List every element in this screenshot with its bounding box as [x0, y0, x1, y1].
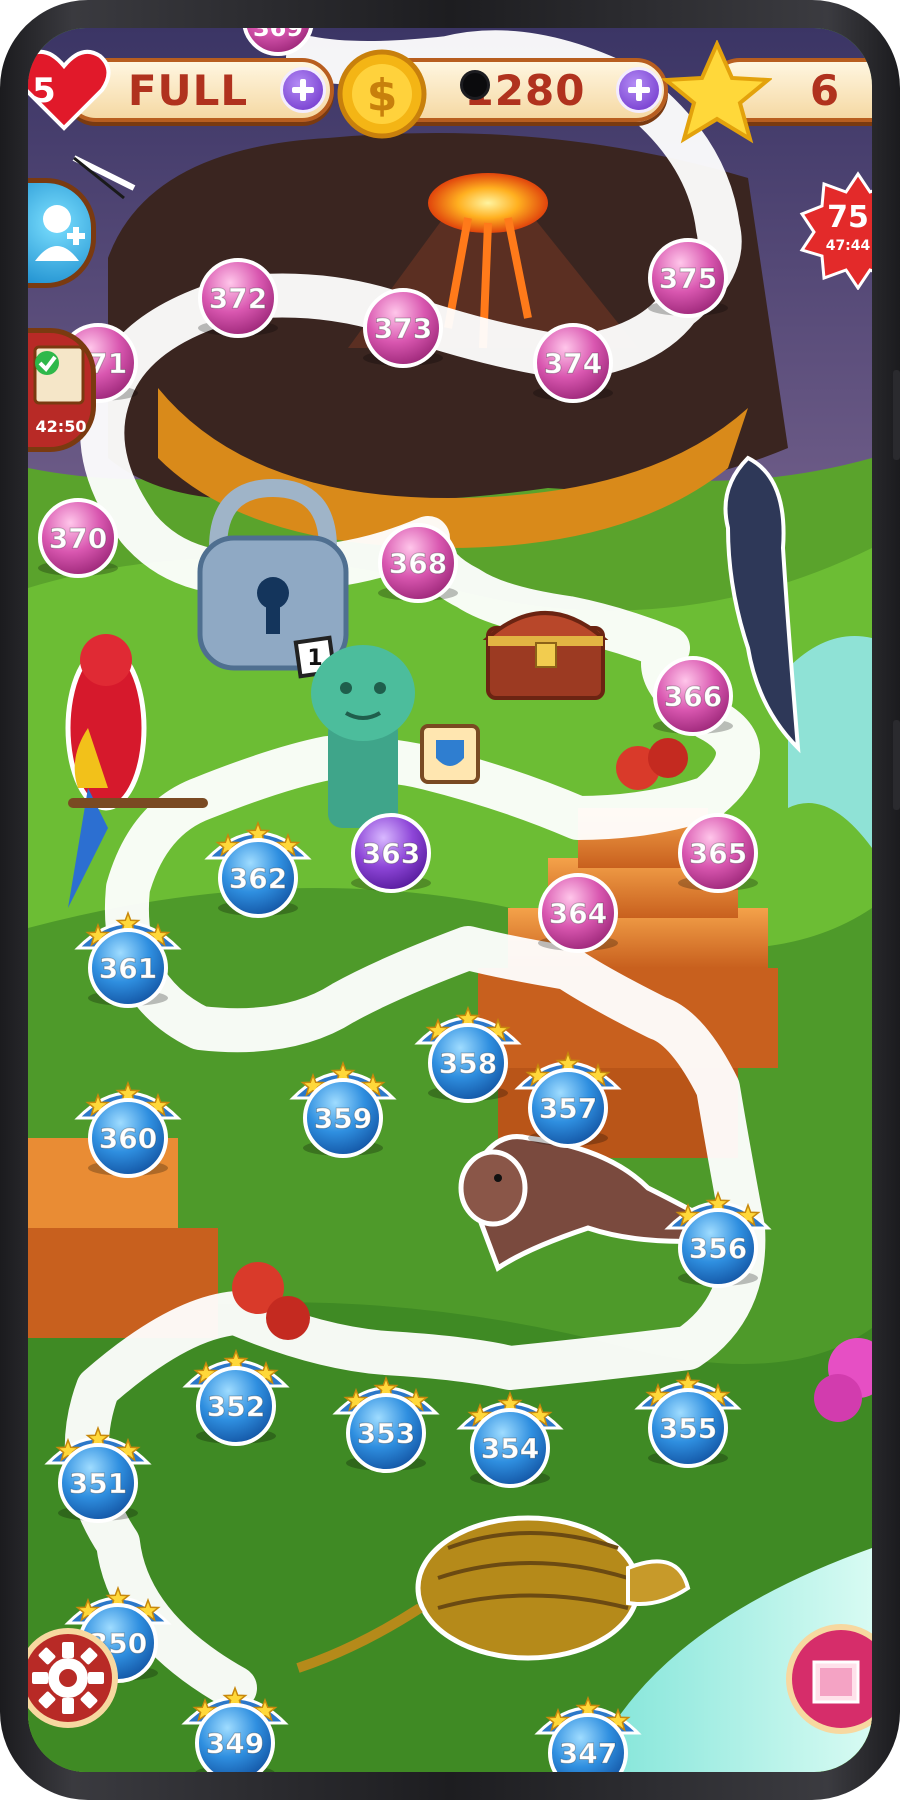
add-coins-button[interactable]	[616, 67, 662, 113]
level-375[interactable]: 375	[648, 238, 728, 318]
level-number: 360	[99, 1122, 157, 1155]
level-map: 1 349350351352353 3543553563573583593603…	[28, 28, 872, 1772]
level-number: 361	[99, 952, 157, 985]
lives-count: 5	[32, 71, 56, 111]
level-368[interactable]: 368	[378, 523, 458, 603]
event-badge-value: 75	[827, 200, 869, 235]
level-number: 373	[374, 312, 432, 345]
star-icon	[662, 40, 772, 144]
level-number: 357	[539, 1092, 597, 1125]
level-number: 351	[69, 1467, 127, 1500]
back-arrow-icon	[72, 155, 136, 200]
level-370[interactable]: 370	[38, 498, 118, 578]
level-number: 352	[207, 1390, 265, 1423]
checklist-icon	[33, 345, 85, 405]
level-373[interactable]: 373	[363, 288, 443, 368]
game-screen: 1 349 350 351 352 353 354 355 356 357 35…	[28, 28, 872, 1772]
heart-icon: 5	[28, 49, 111, 131]
front-camera	[460, 70, 490, 100]
level-number: 374	[544, 347, 602, 380]
level-number: 356	[689, 1232, 747, 1265]
level-number: 375	[659, 262, 717, 295]
level-number: 363	[362, 837, 420, 870]
level-364[interactable]: 364	[538, 873, 618, 953]
level-number: 365	[689, 837, 747, 870]
event-badge-timer: 47:44	[825, 238, 871, 254]
volume-button	[893, 720, 900, 810]
svg-text:$: $	[367, 70, 398, 121]
level-number: 359	[314, 1102, 372, 1135]
level-number: 368	[389, 547, 447, 580]
level-number: 372	[209, 282, 267, 315]
level-number: 354	[481, 1432, 539, 1465]
level-363[interactable]: 363	[351, 813, 431, 893]
add-lives-button[interactable]	[280, 67, 326, 113]
phone-device: 1 349 350 351 352 353 354 355 356 357 35…	[0, 0, 900, 1800]
level-number: 355	[659, 1412, 717, 1445]
level-number: 366	[664, 680, 722, 713]
level-number: 353	[357, 1417, 415, 1450]
lives-status: FULL	[127, 66, 249, 115]
level-number: 358	[439, 1047, 497, 1080]
tasks-button[interactable]: 42:50	[28, 328, 96, 452]
gift-box-icon	[812, 1660, 860, 1704]
stars-count: 6	[809, 66, 841, 115]
level-number: 347	[559, 1737, 617, 1770]
event-badge[interactable]: 75 47:44	[798, 170, 872, 290]
level-number: 349	[206, 1727, 264, 1760]
shield-icon[interactable]	[420, 724, 480, 784]
gear-icon	[32, 1642, 104, 1714]
dollar-coin-icon: $	[337, 49, 427, 139]
power-button	[893, 370, 900, 460]
level-366[interactable]: 366	[653, 656, 733, 736]
level-372[interactable]: 372	[198, 258, 278, 338]
top-hud: FULL 5 1280 $ 6	[28, 28, 872, 148]
level-number: 370	[49, 522, 107, 555]
treasure-chest[interactable]	[482, 611, 609, 700]
level-374[interactable]: 374	[533, 323, 613, 403]
level-number: 362	[229, 862, 287, 895]
task-timer: 42:50	[35, 417, 87, 436]
level-number: 364	[549, 897, 607, 930]
level-365[interactable]: 365	[678, 813, 758, 893]
settings-button[interactable]	[28, 1628, 118, 1728]
